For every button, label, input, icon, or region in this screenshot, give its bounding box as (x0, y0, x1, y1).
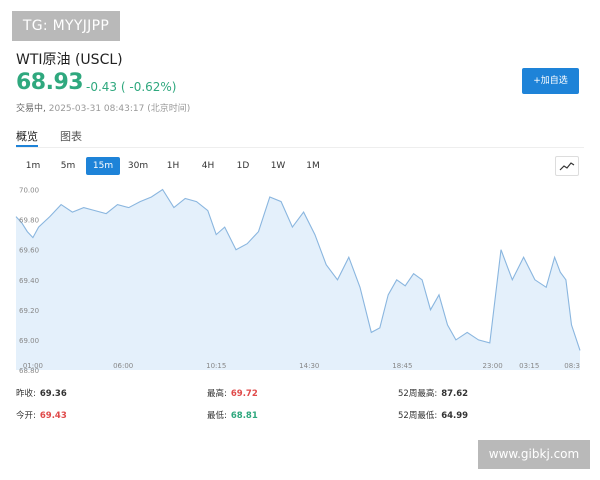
line-chart-icon (559, 162, 575, 171)
range-button-4h[interactable]: 4H (191, 157, 225, 175)
range-button-5m[interactable]: 5m (51, 157, 85, 175)
x-tick-label: 14:30 (299, 362, 319, 370)
instrument-title: WTI原油 (USCL) (16, 52, 123, 68)
stat-high-label: 最高: (207, 389, 227, 399)
range-button-1w[interactable]: 1W (261, 157, 295, 175)
y-tick-label: 69.20 (19, 307, 39, 315)
x-tick-label: 08:3 (564, 362, 580, 370)
stat-52w-high: 52周最高: 87.62 (398, 387, 468, 399)
x-tick-label: 06:00 (113, 362, 133, 370)
price-change: -0.43 ( -0.62%) (86, 80, 177, 94)
add-watchlist-button[interactable]: +加自选 (522, 68, 579, 94)
tab-chart[interactable]: 图表 (60, 128, 82, 144)
range-button-1m[interactable]: 1M (296, 157, 330, 175)
x-tick-label: 10:15 (206, 362, 226, 370)
current-price: 68.93 (16, 70, 84, 95)
stat-open: 今开: 69.43 (16, 409, 67, 421)
watermark-top: TG: MYYJJPP (12, 11, 120, 41)
status-timestamp: 2025-03-31 08:43:17 (北京时间) (48, 104, 191, 114)
stat-low: 最低: 68.81 (207, 409, 258, 421)
stat-low-value: 68.81 (230, 411, 258, 421)
y-tick-label: 69.80 (19, 217, 39, 225)
y-tick-label: 69.00 (19, 337, 39, 345)
stat-52w-high-label: 52周最高: (398, 389, 438, 399)
range-button-1m[interactable]: 1m (16, 157, 50, 175)
chart-type-toggle[interactable] (555, 156, 579, 176)
stat-low-label: 最低: (207, 411, 227, 421)
status-label: 交易中, (16, 104, 46, 114)
stat-open-label: 今开: (16, 411, 36, 421)
x-tick-label: 23:00 (482, 362, 502, 370)
watermark-bottom: www.gibkj.com (478, 440, 590, 469)
x-tick-label: 18:45 (392, 362, 412, 370)
trading-status: 交易中, 2025-03-31 08:43:17 (北京时间) (16, 101, 190, 114)
stat-open-value: 69.43 (39, 411, 67, 421)
stat-prev-close: 昨收: 69.36 (16, 387, 67, 399)
price-chart[interactable]: 70.0069.8069.6069.4069.2069.0068.8001:00… (0, 180, 600, 380)
y-tick-label: 69.40 (19, 277, 39, 285)
tab-divider (16, 147, 584, 148)
stat-prev-close-value: 69.36 (39, 389, 67, 399)
y-tick-label: 70.00 (19, 187, 39, 195)
stat-52w-low-label: 52周最低: (398, 411, 438, 421)
stat-52w-high-value: 87.62 (441, 389, 469, 399)
range-button-30m[interactable]: 30m (121, 157, 155, 175)
range-button-1d[interactable]: 1D (226, 157, 260, 175)
tab-overview[interactable]: 概览 (16, 128, 38, 144)
stat-high: 最高: 69.72 (207, 387, 258, 399)
stat-52w-low-value: 64.99 (441, 411, 469, 421)
stat-high-value: 69.72 (230, 389, 258, 399)
range-button-15m[interactable]: 15m (86, 157, 120, 175)
stat-52w-low: 52周最低: 64.99 (398, 409, 468, 421)
y-tick-label: 69.60 (19, 247, 39, 255)
stat-prev-close-label: 昨收: (16, 389, 36, 399)
x-tick-label: 03:15 (519, 362, 539, 370)
x-tick-label: 01:00 (23, 362, 43, 370)
range-button-1h[interactable]: 1H (156, 157, 190, 175)
